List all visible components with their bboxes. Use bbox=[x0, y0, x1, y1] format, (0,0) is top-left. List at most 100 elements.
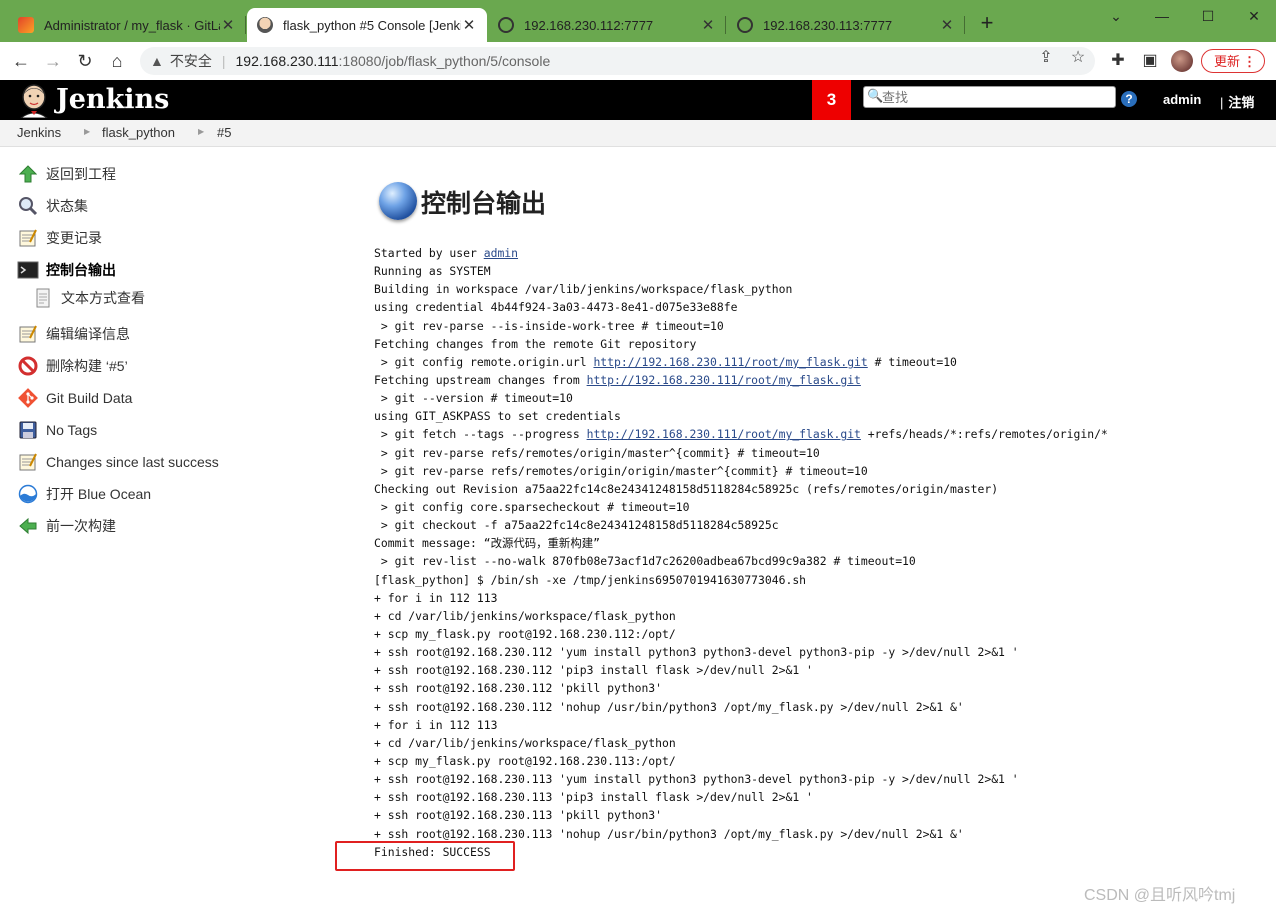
tab-title: 192.168.230.113:7777 bbox=[763, 17, 893, 33]
console-text: + scp my_flask.py root@192.168.230.112:/… bbox=[374, 626, 676, 641]
search-input[interactable] bbox=[882, 88, 1110, 106]
console-line: Fetching changes from the remote Git rep… bbox=[374, 335, 1108, 353]
browser-tab-113[interactable]: 192.168.230.113:7777 ✕ bbox=[727, 8, 965, 42]
console-link[interactable]: http://192.168.230.111/root/my_flask.git bbox=[587, 373, 861, 387]
watermark: CSDN @且听风吟tmj bbox=[1084, 887, 1236, 904]
console-text: + ssh root@192.168.230.112 'pip3 install… bbox=[374, 663, 813, 678]
security-label[interactable]: 不安全 bbox=[170, 51, 212, 71]
console-line: > git config remote.origin.url http://19… bbox=[374, 353, 1108, 371]
sidebar-item-no-tags[interactable]: No Tags bbox=[17, 419, 97, 441]
console-text: Running as SYSTEM bbox=[374, 264, 491, 279]
sidebar-item-status[interactable]: 状态集 bbox=[17, 195, 88, 217]
sidebar-item-changes-since-last-success[interactable]: Changes since last success bbox=[17, 451, 219, 473]
console-link[interactable]: http://192.168.230.111/root/my_flask.git bbox=[593, 355, 867, 369]
url-host: 192.168.230.111 bbox=[235, 53, 339, 69]
profile-avatar[interactable] bbox=[1171, 50, 1193, 72]
back-arrow-icon bbox=[17, 515, 39, 537]
console-line: + ssh root@192.168.230.113 'pip3 install… bbox=[374, 788, 1108, 806]
console-link[interactable]: http://192.168.230.111/root/my_flask.git bbox=[587, 427, 861, 441]
console-text: > git rev-parse refs/remotes/origin/orig… bbox=[374, 463, 868, 478]
console-text: + ssh root@192.168.230.112 'pkill python… bbox=[374, 681, 663, 696]
breadcrumb-job[interactable]: flask_python bbox=[102, 125, 175, 140]
console-line: Commit message: “改源代码，重新构建” bbox=[374, 534, 1108, 552]
tab-title: Administrator / my_flask · GitLab bbox=[44, 17, 220, 33]
help-icon[interactable]: ? bbox=[1121, 91, 1137, 107]
maximize-button[interactable]: ☐ bbox=[1188, 2, 1228, 30]
console-text: Fetching changes from the remote Git rep… bbox=[374, 336, 697, 351]
console-text: > git rev-parse refs/remotes/origin/mast… bbox=[374, 445, 820, 460]
close-icon[interactable]: ✕ bbox=[939, 16, 955, 34]
sidebar-item-blue-ocean[interactable]: 打开 Blue Ocean bbox=[17, 483, 151, 505]
close-icon[interactable]: ✕ bbox=[461, 16, 477, 34]
page-title: 控制台输出 bbox=[421, 190, 547, 218]
divider: | bbox=[221, 53, 226, 69]
minimize-button[interactable]: — bbox=[1142, 2, 1182, 30]
sidebar-item-label: 删除构建 ‘#5’ bbox=[46, 358, 128, 374]
up-arrow-icon bbox=[17, 163, 39, 185]
new-tab-button[interactable]: + bbox=[975, 12, 999, 36]
console-text: > git --version # timeout=10 bbox=[374, 391, 573, 406]
home-button[interactable]: ⌂ bbox=[104, 48, 130, 74]
back-button[interactable]: ← bbox=[8, 48, 34, 74]
console-line: > git --version # timeout=10 bbox=[374, 389, 1108, 407]
window-close-button[interactable]: ✕ bbox=[1234, 2, 1274, 30]
menu-dots-icon: ⋮ bbox=[1243, 54, 1256, 69]
console-line: + ssh root@192.168.230.112 'nohup /usr/b… bbox=[374, 698, 1108, 716]
search-box[interactable]: 🔍 bbox=[863, 86, 1116, 108]
warning-icon[interactable]: ▲ bbox=[150, 53, 164, 69]
console-line: Building in workspace /var/lib/jenkins/w… bbox=[374, 280, 1108, 298]
browser-tab-jenkins-console[interactable]: flask_python #5 Console [Jenkins] ✕ bbox=[247, 8, 487, 42]
forward-button[interactable]: → bbox=[40, 48, 66, 74]
browser-tab-112[interactable]: 192.168.230.112:7777 ✕ bbox=[488, 8, 726, 42]
console-line: > git checkout -f a75aa22fc14c8e24341248… bbox=[374, 516, 1108, 534]
globe-icon bbox=[737, 17, 753, 33]
console-text: + ssh root@192.168.230.113 'pip3 install… bbox=[374, 790, 813, 805]
sidebar-item-git-build-data[interactable]: Git Build Data bbox=[17, 387, 132, 409]
breadcrumb-build[interactable]: #5 bbox=[217, 125, 231, 140]
tab-title: flask_python #5 Console [Jenkins] bbox=[283, 17, 461, 33]
console-line: + for i in 112 113 bbox=[374, 589, 1108, 607]
address-bar[interactable]: ▲ 不安全 | 192.168.230.111:18080/job/flask_… bbox=[140, 47, 1095, 75]
breadcrumb-jenkins[interactable]: Jenkins bbox=[17, 125, 61, 140]
sidebar-item-label: 状态集 bbox=[46, 198, 88, 214]
share-icon[interactable]: ⇪ bbox=[1035, 47, 1057, 69]
sidebar-item-console-output[interactable]: 控制台输出 bbox=[17, 259, 116, 281]
sidebar-item-edit-build-info[interactable]: 编辑编译信息 bbox=[17, 323, 130, 345]
success-highlight-box bbox=[335, 841, 515, 871]
tab-search-icon[interactable]: ⌄ bbox=[1096, 2, 1136, 30]
sidebar-item-delete-build[interactable]: 删除构建 ‘#5’ bbox=[17, 355, 128, 377]
floppy-icon bbox=[17, 419, 39, 441]
browser-tab-gitlab[interactable]: Administrator / my_flask · GitLab ✕ bbox=[8, 8, 246, 42]
sidebar-item-view-as-text[interactable]: 文本方式查看 bbox=[32, 287, 145, 309]
close-icon[interactable]: ✕ bbox=[700, 16, 716, 34]
console-line: + ssh root@192.168.230.113 'nohup /usr/b… bbox=[374, 825, 1108, 843]
console-line: + cd /var/lib/jenkins/workspace/flask_py… bbox=[374, 607, 1108, 625]
console-text: Checking out Revision a75aa22fc14c8e2434… bbox=[374, 481, 999, 496]
breadcrumb-arrow-icon[interactable]: ▶ bbox=[198, 127, 204, 136]
console-link[interactable]: admin bbox=[484, 246, 518, 260]
bookmark-star-icon[interactable]: ☆ bbox=[1067, 47, 1089, 69]
reload-button[interactable]: ↻ bbox=[72, 48, 98, 74]
console-line: + scp my_flask.py root@192.168.230.112:/… bbox=[374, 625, 1108, 643]
extensions-puzzle-icon[interactable]: ✚ bbox=[1107, 50, 1129, 72]
console-text: using credential 4b44f924-3a03-4473-8e41… bbox=[374, 300, 738, 315]
sidebar-item-changes[interactable]: 变更记录 bbox=[17, 227, 102, 249]
update-button[interactable]: 更新 ⋮ bbox=[1201, 49, 1265, 73]
sidebar-item-label: 变更记录 bbox=[46, 230, 102, 246]
jenkins-butler-icon[interactable] bbox=[17, 82, 51, 118]
side-panel-icon[interactable]: ▣ bbox=[1139, 50, 1161, 72]
user-link[interactable]: admin bbox=[1163, 92, 1201, 107]
close-icon[interactable]: ✕ bbox=[220, 16, 236, 34]
console-text: > git config core.sparsecheckout # timeo… bbox=[374, 499, 690, 514]
jenkins-header: Jenkins 3 🔍 ? admin 注销 bbox=[0, 80, 1276, 120]
notification-badge[interactable]: 3 bbox=[812, 80, 851, 120]
sidebar-item-back-to-project[interactable]: 返回到工程 bbox=[17, 163, 116, 185]
console-text: > git checkout -f a75aa22fc14c8e24341248… bbox=[374, 518, 779, 533]
logout-link[interactable]: 注销 bbox=[1220, 92, 1254, 111]
console-text: + scp my_flask.py root@192.168.230.113:/… bbox=[374, 753, 676, 768]
jenkins-logo-text[interactable]: Jenkins bbox=[56, 84, 169, 115]
console-line: + ssh root@192.168.230.112 'pkill python… bbox=[374, 679, 1108, 697]
sidebar-item-previous-build[interactable]: 前一次构建 bbox=[17, 515, 116, 537]
blue-ocean-icon bbox=[17, 483, 39, 505]
breadcrumb-arrow-icon[interactable]: ▶ bbox=[84, 127, 90, 136]
